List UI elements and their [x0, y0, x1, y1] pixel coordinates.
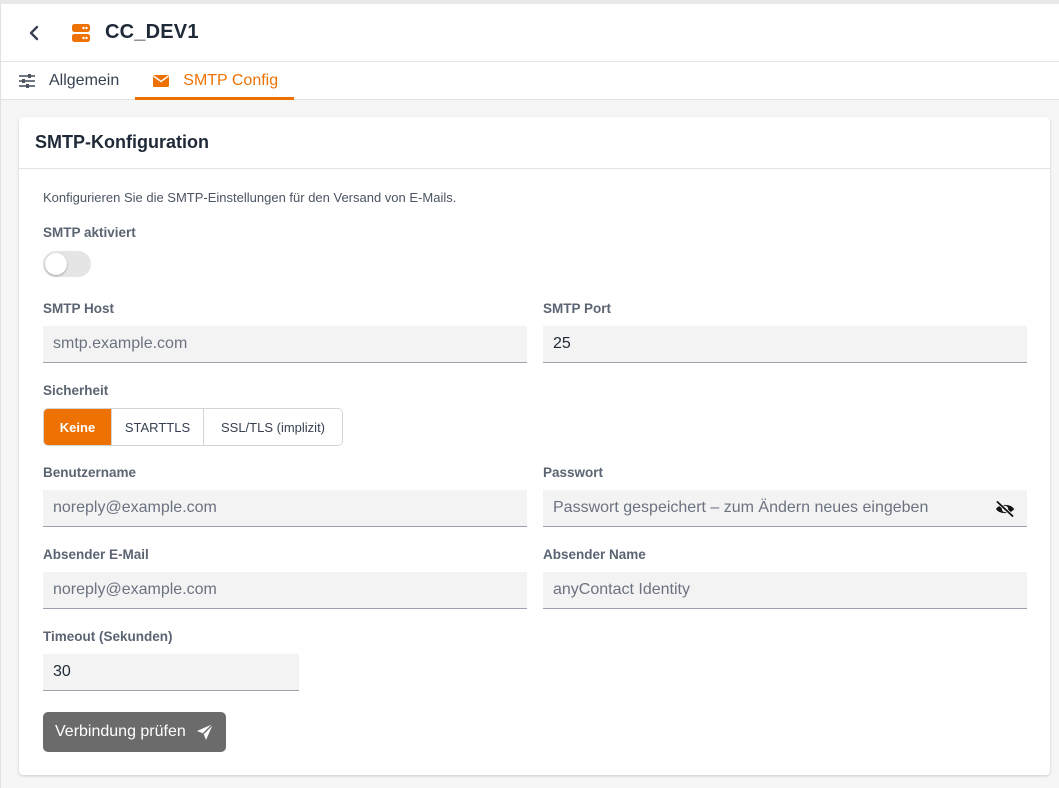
smtp-port-value: 25	[553, 335, 571, 352]
sender-name-input[interactable]: anyContact Identity	[543, 572, 1027, 609]
sliders-icon	[19, 73, 35, 88]
tab-label: SMTP Config	[183, 71, 279, 89]
timeout-value: 30	[53, 663, 71, 680]
test-connection-label: Verbindung prüfen	[55, 723, 186, 740]
sender-name-label: Absender Name	[543, 547, 646, 562]
card-description: Konfigurieren Sie die SMTP-Einstellungen…	[43, 190, 457, 205]
password-input[interactable]: Passwort gespeichert – zum Ändern neues …	[543, 490, 1027, 527]
back-button[interactable]	[19, 18, 49, 48]
tab-bar: Allgemein SMTP Config	[1, 62, 1059, 100]
smtp-config-card: SMTP-Konfiguration Konfigurieren Sie die…	[19, 117, 1050, 775]
smtp-enabled-label: SMTP aktiviert	[43, 225, 136, 240]
security-selector: Keine STARTTLS SSL/TLS (implizit)	[43, 408, 343, 446]
tab-allgemein[interactable]: Allgemein	[1, 62, 135, 99]
security-label: Sicherheit	[43, 383, 109, 398]
username-input[interactable]: noreply@example.com	[43, 490, 527, 527]
send-icon	[196, 723, 214, 741]
smtp-host-label: SMTP Host	[43, 301, 115, 316]
sender-name-placeholder: anyContact Identity	[553, 581, 690, 598]
page-title: CC_DEV1	[105, 21, 199, 43]
security-option-ssl-tls[interactable]: SSL/TLS (implizit)	[203, 409, 342, 445]
tab-label: Allgemein	[49, 71, 120, 89]
security-option-keine[interactable]: Keine	[44, 409, 111, 445]
smtp-port-label: SMTP Port	[543, 301, 612, 316]
eye-off-icon[interactable]	[995, 499, 1015, 519]
sender-email-label: Absender E-Mail	[43, 547, 149, 562]
server-icon	[71, 23, 91, 43]
username-placeholder: noreply@example.com	[53, 499, 217, 516]
sender-email-input[interactable]: noreply@example.com	[43, 572, 527, 609]
envelope-icon	[153, 74, 170, 87]
toggle-knob	[45, 253, 67, 275]
security-option-starttls[interactable]: STARTTLS	[111, 409, 203, 445]
sender-email-placeholder: noreply@example.com	[53, 581, 217, 598]
page-header: CC_DEV1	[1, 4, 1059, 62]
password-placeholder: Passwort gespeichert – zum Ändern neues …	[553, 499, 929, 516]
timeout-label: Timeout (Sekunden)	[43, 629, 173, 644]
card-title: SMTP-Konfiguration	[35, 132, 209, 152]
smtp-enabled-toggle[interactable]	[43, 251, 91, 277]
chevron-left-icon	[29, 25, 39, 40]
timeout-input[interactable]: 30	[43, 654, 299, 691]
app-frame: CC_DEV1 Allgemein SMTP Config SMTP-Konfi…	[0, 4, 1059, 788]
smtp-host-input[interactable]: smtp.example.com	[43, 326, 527, 363]
tab-smtp-config[interactable]: SMTP Config	[135, 62, 294, 100]
password-label: Passwort	[543, 465, 604, 480]
smtp-port-input[interactable]: 25	[543, 326, 1027, 363]
smtp-host-placeholder: smtp.example.com	[53, 335, 188, 352]
card-header: SMTP-Konfiguration	[19, 117, 1050, 169]
username-label: Benutzername	[43, 465, 137, 480]
test-connection-button[interactable]: Verbindung prüfen	[43, 712, 226, 752]
